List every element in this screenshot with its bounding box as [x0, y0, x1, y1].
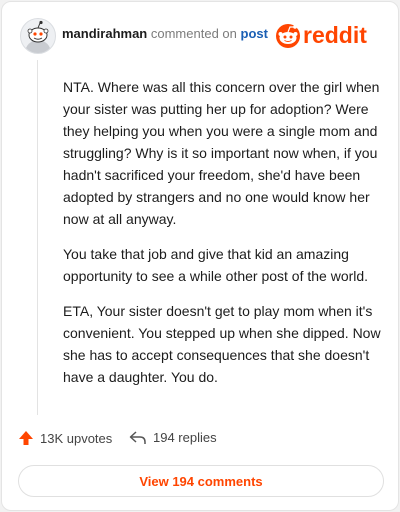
username-link[interactable]: mandirahman: [62, 26, 147, 41]
comment-paragraph: You take that job and give that kid an a…: [63, 246, 369, 284]
comment-paragraph: ETA, Your sister doesn't get to play mom…: [63, 303, 381, 385]
thread-line: [37, 60, 38, 415]
snoo-logo-icon: [276, 24, 300, 48]
reddit-wordmark: reddit: [303, 22, 367, 48]
reply-arrow-icon: [129, 430, 146, 444]
post-link[interactable]: post: [241, 26, 268, 41]
comment-header: mandirahman commented on post reddit: [18, 16, 384, 54]
reply-count: 194 replies: [153, 430, 217, 445]
comment-body: NTA. Where was all this concern over the…: [63, 76, 388, 401]
comment-paragraph: NTA. Where was all this concern over the…: [63, 79, 380, 227]
replies-button[interactable]: 194 replies: [129, 430, 217, 445]
view-comments-button[interactable]: View 194 comments: [18, 465, 384, 497]
upvote-button[interactable]: 13K upvotes: [18, 430, 112, 446]
upvote-count: 13K upvotes: [40, 430, 113, 446]
comment-card: mandirahman commented on post reddit NTA…: [1, 1, 399, 511]
commented-on-label: commented on: [150, 26, 237, 41]
snoo-avatar-icon: [25, 20, 51, 53]
comment-actions: 13K upvotes 194 replies: [18, 430, 378, 450]
reddit-logo[interactable]: reddit: [274, 20, 384, 50]
user-avatar[interactable]: [20, 18, 56, 54]
comment-attribution: mandirahman commented on post: [62, 26, 268, 41]
upvote-arrow-icon: [19, 431, 33, 445]
